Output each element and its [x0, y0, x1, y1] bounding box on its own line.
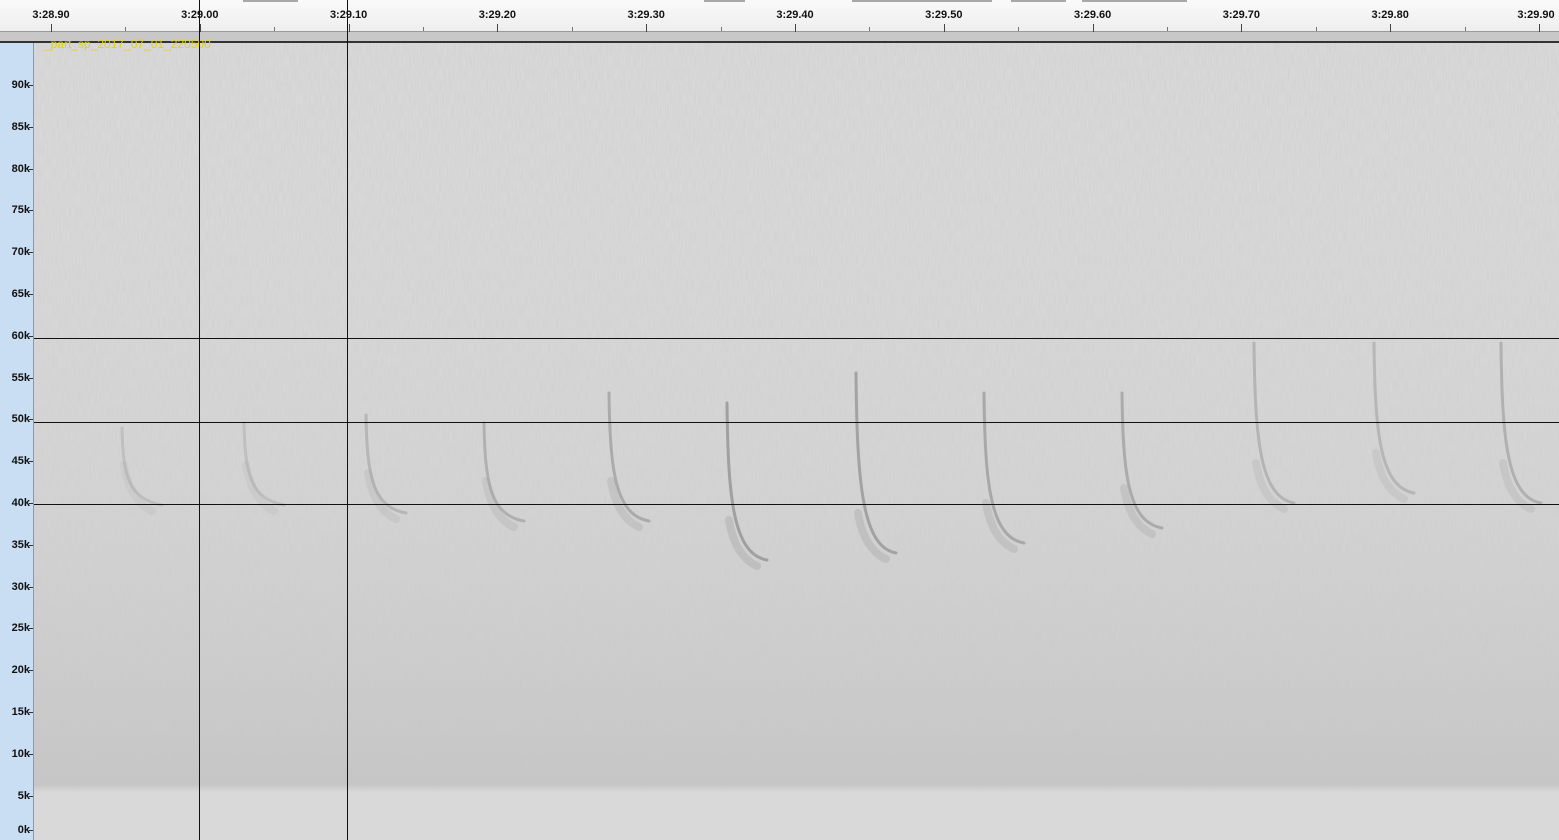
gridline-50k: [34, 422, 1559, 423]
timeline-label: 3:29.50: [925, 9, 963, 21]
frequency-scale[interactable]: 90k 85k 80k 75k 70k 65k 60k 55k 50k 45k 40k 35k 30k 2…: [0, 43, 34, 840]
frequency-tick: [29, 503, 33, 504]
frequency-label: 60k: [11, 329, 30, 342]
timeline-label: 3:29.40: [776, 9, 814, 21]
timeline-minor-tick: [869, 27, 871, 31]
selection-boundary-left[interactable]: [199, 0, 200, 840]
frequency-label: 50k: [11, 413, 30, 426]
timeline-label: 3:29.20: [478, 9, 517, 21]
frequency-tick: [29, 830, 33, 831]
gridline-60k: [34, 338, 1559, 339]
timeline-label: 3:29.30: [627, 9, 665, 21]
frequency-label: 40k: [11, 497, 30, 509]
frequency-tick: [29, 628, 33, 630]
frequency-label: 0k: [17, 824, 30, 836]
timeline-minor-tick: [1315, 27, 1317, 31]
timeline-minor-tick: [1018, 27, 1020, 31]
timeline-label: 3:28.90: [32, 9, 70, 21]
frequency-tick: [29, 294, 33, 295]
frequency-label: 70k: [11, 246, 30, 259]
spectrogram-image: [34, 43, 1559, 840]
timeline-label: 3:29.90: [1517, 9, 1555, 21]
track-name-label[interactable]: _part_sp_2017_07_01_220500: [44, 37, 211, 51]
frequency-label: 20k: [11, 664, 30, 677]
timeline-minor-tick: [274, 27, 276, 31]
timeline-minor-tick: [1167, 27, 1168, 31]
frequency-tick: [29, 210, 33, 212]
timeline-label: 3:29.10: [329, 9, 368, 21]
track-top-gap: [0, 32, 1559, 43]
frequency-tick: [29, 670, 33, 672]
frequency-label: 35k: [11, 538, 30, 551]
frequency-tick: [29, 419, 33, 421]
timeline-label: 3:29.60: [1073, 9, 1112, 21]
frequency-tick: [29, 461, 33, 463]
frequency-tick: [29, 85, 33, 86]
timeline-minor-tick: [1464, 27, 1466, 31]
ruler-tab: [243, 0, 298, 2]
frequency-label: 85k: [11, 120, 30, 133]
frequency-label: 10k: [11, 747, 30, 760]
frequency-label: 25k: [11, 622, 30, 635]
timeline-minor-tick: [720, 27, 722, 31]
frequency-label: 5k: [17, 789, 30, 802]
frequency-tick: [29, 544, 33, 546]
gridline-40k: [34, 504, 1559, 505]
frequency-tick: [29, 795, 33, 797]
frequency-label: 15k: [11, 706, 30, 718]
frequency-tick: [29, 168, 33, 170]
frequency-label: 75k: [11, 204, 30, 217]
timeline-ruler[interactable]: 3:28.903:29.003:29.103:29.203:29.303:29.…: [0, 0, 1559, 32]
timeline-label: 3:29.80: [1371, 9, 1409, 21]
frequency-label: 45k: [11, 455, 30, 468]
ruler-tab: [1082, 0, 1187, 2]
frequency-label: 80k: [11, 162, 30, 175]
frequency-label: 65k: [11, 288, 30, 300]
timeline-minor-tick: [571, 27, 573, 31]
spectrogram-view[interactable]: [34, 43, 1559, 840]
selection-boundary-right[interactable]: [347, 0, 348, 840]
ruler-tab: [1011, 0, 1066, 2]
timeline-minor-tick: [125, 27, 127, 31]
frequency-tick: [29, 712, 33, 713]
frequency-tick: [29, 753, 33, 755]
timeline-minor-tick: [423, 27, 424, 31]
frequency-tick: [29, 377, 33, 379]
timeline-label: 3:29.70: [1222, 9, 1261, 21]
frequency-tick: [29, 252, 33, 254]
frequency-tick: [29, 126, 33, 128]
ruler-tab: [704, 0, 745, 2]
frequency-tick: [29, 335, 33, 337]
frequency-label: 55k: [11, 371, 30, 384]
frequency-label: 90k: [11, 79, 30, 91]
ruler-tab: [852, 0, 992, 2]
frequency-label: 30k: [11, 580, 30, 593]
frequency-tick: [29, 586, 33, 588]
